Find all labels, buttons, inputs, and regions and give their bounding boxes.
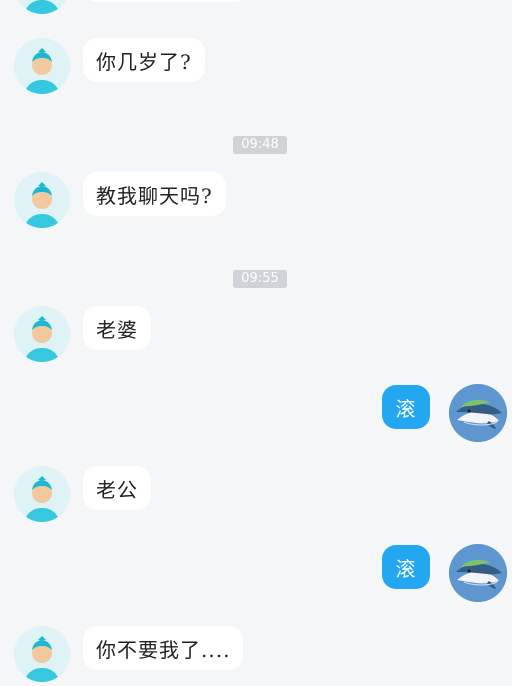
user-avatar[interactable] — [14, 306, 70, 362]
message-bubble-incoming[interactable]: 你不要我了.... — [83, 626, 244, 670]
user-avatar-icon — [14, 172, 70, 228]
message-text: 老公 — [96, 477, 138, 502]
timestamp: 09:55 — [233, 270, 287, 288]
whale-avatar-icon — [449, 544, 507, 602]
message-bubble-outgoing[interactable]: 滚 — [382, 545, 430, 589]
self-avatar[interactable] — [449, 384, 507, 442]
self-avatar[interactable] — [449, 544, 507, 602]
timestamp: 09:48 — [233, 136, 287, 154]
message-bubble-clipped[interactable] — [83, 0, 248, 2]
message-text: 你不要我了.... — [96, 637, 231, 662]
message-text: 你几岁了? — [96, 49, 192, 74]
message-text: 滚 — [395, 396, 417, 421]
message-text: 滚 — [395, 556, 417, 581]
user-avatar-icon — [17, 0, 67, 14]
whale-avatar-icon — [449, 384, 507, 442]
message-text: 老婆 — [96, 317, 138, 342]
chat-window: 你几岁了? 09:48 教我聊天吗? 09:55 老婆 滚 老公 滚 你不要我了… — [0, 0, 512, 686]
message-bubble-incoming[interactable]: 你几岁了? — [83, 38, 205, 82]
user-avatar[interactable] — [14, 466, 70, 522]
message-bubble-incoming[interactable]: 老婆 — [83, 306, 151, 350]
user-avatar[interactable] — [14, 172, 70, 228]
message-bubble-incoming[interactable]: 老公 — [83, 466, 151, 510]
message-bubble-incoming[interactable]: 教我聊天吗? — [83, 172, 226, 216]
message-text: 教我聊天吗? — [96, 183, 213, 208]
message-bubble-outgoing[interactable]: 滚 — [382, 385, 430, 429]
user-avatar[interactable] — [14, 626, 70, 682]
user-avatar-icon — [14, 626, 70, 682]
user-avatar[interactable] — [14, 38, 70, 94]
user-avatar-icon — [14, 38, 70, 94]
user-avatar-icon — [14, 306, 70, 362]
user-avatar-icon — [14, 466, 70, 522]
user-avatar[interactable] — [14, 0, 70, 14]
